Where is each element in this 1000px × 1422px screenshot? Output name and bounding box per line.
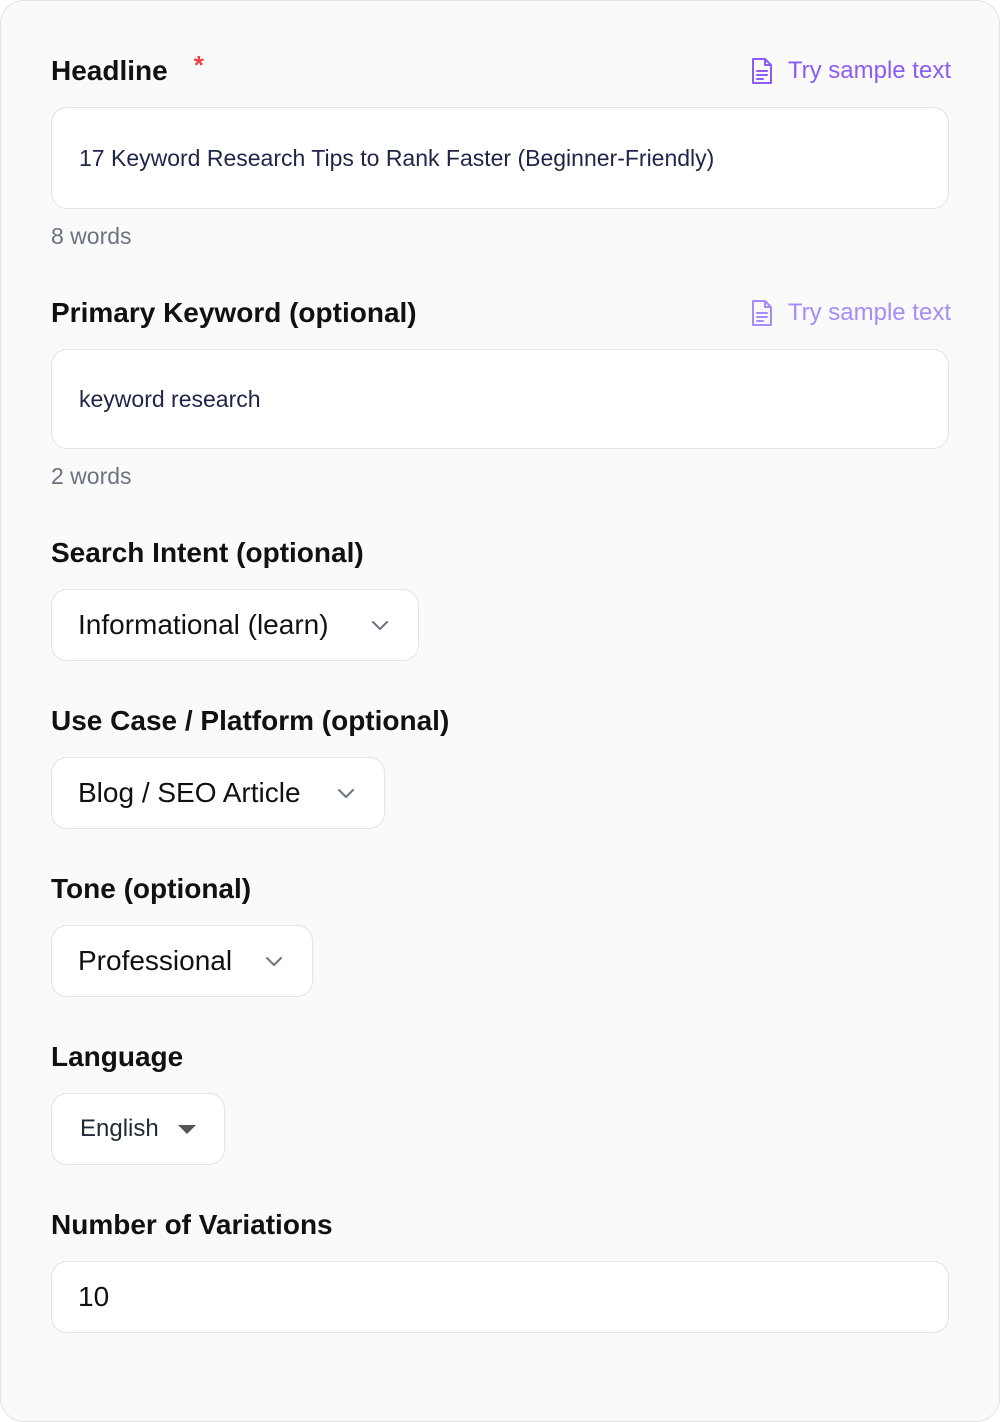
chevron-down-icon	[338, 789, 354, 798]
try-sample-text-label: Try sample text	[787, 299, 951, 326]
form-card: Headline * Try sample text 17 Keyword Re…	[0, 0, 1000, 1422]
try-sample-text-label: Try sample text	[787, 57, 951, 84]
document-icon	[751, 58, 772, 84]
variations-label-row: Number of Variations	[51, 1205, 951, 1245]
language-selected: English	[80, 1115, 159, 1142]
primary-keyword-input-value: keyword research	[79, 385, 261, 412]
variations-input[interactable]: 10	[51, 1261, 949, 1333]
use-case-label-row: Use Case / Platform (optional)	[51, 701, 951, 741]
tone-select[interactable]: Professional	[51, 925, 313, 997]
primary-keyword-word-count: 2 words	[51, 463, 132, 489]
search-intent-selected: Informational (learn)	[78, 609, 329, 640]
search-intent-label-row: Search Intent (optional)	[51, 533, 951, 573]
headline-input-value: 17 Keyword Research Tips to Rank Faster …	[79, 144, 715, 171]
use-case-select[interactable]: Blog / SEO Article	[51, 757, 385, 829]
primary-keyword-label-row: Primary Keyword (optional) Try sample te…	[51, 293, 951, 333]
tone-label-row: Tone (optional)	[51, 869, 951, 909]
language-label: Language	[51, 1041, 184, 1072]
headline-label-row: Headline * Try sample text	[51, 50, 951, 91]
use-case-label: Use Case / Platform (optional)	[51, 705, 450, 736]
headline-word-count: 8 words	[51, 223, 132, 249]
search-intent-select[interactable]: Informational (learn)	[51, 589, 419, 661]
chevron-down-icon	[266, 957, 282, 966]
search-intent-label: Search Intent (optional)	[51, 537, 364, 568]
tone-selected: Professional	[78, 945, 233, 976]
tone-label: Tone (optional)	[51, 873, 252, 904]
document-icon	[751, 300, 772, 326]
language-select[interactable]: English	[51, 1093, 225, 1165]
required-mark: *	[193, 49, 204, 80]
primary-keyword-label: Primary Keyword (optional)	[51, 297, 417, 328]
primary-keyword-input[interactable]: keyword research	[51, 349, 949, 449]
headline-input[interactable]: 17 Keyword Research Tips to Rank Faster …	[51, 107, 949, 209]
variations-input-value: 10	[78, 1281, 110, 1312]
headline-label: Headline *	[51, 50, 204, 87]
headline-try-sample-link[interactable]: Try sample text	[750, 57, 951, 85]
headline-label-text: Headline	[51, 55, 168, 86]
language-label-row: Language	[51, 1037, 951, 1077]
variations-label: Number of Variations	[51, 1209, 333, 1240]
primary-keyword-try-sample-link[interactable]: Try sample text	[750, 299, 951, 327]
caret-down-icon	[178, 1125, 196, 1134]
use-case-selected: Blog / SEO Article	[78, 777, 301, 808]
chevron-down-icon	[372, 621, 388, 630]
